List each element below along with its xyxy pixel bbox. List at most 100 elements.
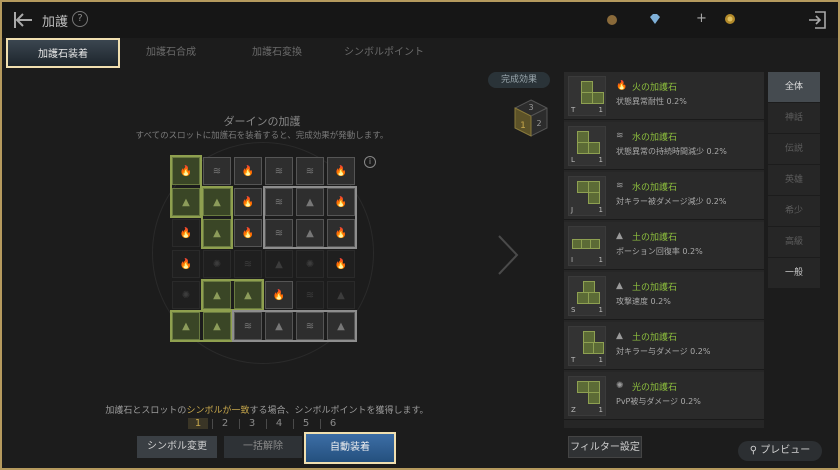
slot-fire-icon[interactable]: 🔥 <box>172 219 200 247</box>
slot-fire-icon[interactable]: 🔥 <box>234 157 262 185</box>
stone-shape-letter: T <box>571 106 576 114</box>
stone-effect: PvP被与ダメージ 0.2% <box>616 397 701 406</box>
piece-outline <box>263 186 357 249</box>
filter-mythic[interactable]: 神話 <box>768 103 820 134</box>
info-icon[interactable]: i <box>364 156 376 168</box>
tab-synthesize-stone[interactable]: 加護石合成 <box>128 38 214 68</box>
help-icon[interactable]: ? <box>72 11 88 27</box>
piece-outline <box>170 155 202 218</box>
gold-coin-icon <box>725 14 735 24</box>
slot-light-icon[interactable]: ✺ <box>172 281 200 309</box>
grade-filter-column: 全体 神話 伝説 英雄 希少 高級 一般 <box>768 72 820 289</box>
slot-grid: 🔥 ≋ 🔥 ≋ ≋ 🔥 ▲ ▲ 🔥 ≋ ▲ 🔥 🔥 ▲ 🔥 ≋ ▲ 🔥 🔥 ✺ … <box>170 155 357 342</box>
plus-icon[interactable]: + <box>696 11 707 26</box>
stone-thumbnail: L 1 <box>568 126 606 166</box>
filter-all[interactable]: 全体 <box>768 72 820 103</box>
filter-settings-button[interactable]: フィルター設定 <box>568 436 642 458</box>
slot-earth-icon[interactable]: ▲ <box>327 281 355 309</box>
exit-icon[interactable] <box>806 8 830 32</box>
list-item[interactable]: J 1 ≋ 水の加護石 対キラー被ダメージ減少 0.2% <box>564 172 764 220</box>
auto-equip-button[interactable]: 自動装着 <box>304 432 396 464</box>
step-divider <box>212 419 213 429</box>
tab-equip-stone[interactable]: 加護石装着 <box>6 38 120 68</box>
stone-name: 水の加護石 <box>632 133 678 143</box>
slot-wave-icon[interactable]: ≋ <box>296 281 324 309</box>
dice-cube-icon[interactable]: 3 1 2 <box>511 98 551 138</box>
symbol-match-note: 加護石とスロットのシンボルが一致する場合、シンボルポイントを獲得します。 <box>102 403 432 416</box>
slot-fire-icon[interactable]: 🔥 <box>327 250 355 278</box>
water-icon: ≋ <box>616 131 624 141</box>
filter-legendary[interactable]: 伝説 <box>768 134 820 165</box>
list-item[interactable]: Z 1 ✺ 光の加護石 PvP被与ダメージ 0.2% <box>564 372 764 420</box>
stone-list[interactable]: T 1 🔥 火の加護石 状態異常耐性 0.2% L 1 ≋ 水の加護石 状態異常… <box>564 72 764 428</box>
piece-outline <box>170 310 233 342</box>
filter-heroic[interactable]: 英雄 <box>768 165 820 196</box>
back-arrow-icon[interactable] <box>12 8 36 32</box>
stone-effect: 状態異常耐性 0.2% <box>616 97 687 106</box>
piece-outline <box>232 310 357 342</box>
stone-shape-letter: S <box>571 306 576 314</box>
stone-thumbnail: I 1 <box>568 226 606 266</box>
stone-name: 土の加護石 <box>632 283 678 293</box>
light-icon: ✺ <box>616 381 624 391</box>
slot-wave-icon[interactable]: ≋ <box>234 250 262 278</box>
stone-effect: 攻撃速度 0.2% <box>616 297 671 306</box>
stone-count: 1 <box>598 356 603 364</box>
preview-label: プレビュー <box>760 445 811 456</box>
slot-wave-icon[interactable]: ≋ <box>265 157 293 185</box>
symbol-change-button[interactable]: シンボル変更 <box>137 436 217 458</box>
filter-advanced[interactable]: 高級 <box>768 227 820 258</box>
stone-effect: 状態異常の持続時間減少 0.2% <box>616 147 727 156</box>
slot-fire-icon[interactable]: 🔥 <box>172 250 200 278</box>
list-item[interactable]: L 1 ≋ 水の加護石 状態異常の持続時間減少 0.2% <box>564 122 764 170</box>
step-divider <box>320 419 321 429</box>
step-3: 3 <box>248 418 256 429</box>
stone-count: 1 <box>598 406 603 414</box>
top-bar: 加護 ? + <box>2 2 838 38</box>
preview-button[interactable]: ⚲ プレビュー <box>738 441 822 461</box>
tab-bar: 加護石装着 加護石合成 加護石変換 シンボルポイント <box>2 38 562 70</box>
stone-effect: ポーション回復率 0.2% <box>616 247 703 256</box>
stone-shape-letter: J <box>571 206 574 214</box>
earth-icon: ▲ <box>616 331 623 341</box>
water-icon: ≋ <box>616 181 624 191</box>
slot-fire-icon[interactable]: 🔥 <box>265 281 293 309</box>
tab-symbol-points[interactable]: シンボルポイント <box>332 38 436 68</box>
slot-light-icon[interactable]: ✺ <box>296 250 324 278</box>
completion-effect-button[interactable]: 完成効果 <box>488 72 550 88</box>
slot-earth-icon[interactable]: ▲ <box>265 250 293 278</box>
tab-convert-stone[interactable]: 加護石変換 <box>234 38 320 68</box>
stone-shape-letter: Z <box>571 406 576 414</box>
stone-name: 土の加護石 <box>632 333 678 343</box>
step-1: 1 <box>188 418 208 429</box>
chevron-right-icon[interactable] <box>495 234 521 276</box>
stone-thumbnail: J 1 <box>568 176 606 216</box>
stone-name: 水の加護石 <box>632 183 678 193</box>
list-item[interactable]: S 1 ▲ 土の加護石 攻撃速度 0.2% <box>564 272 764 320</box>
step-divider <box>293 419 294 429</box>
piece-outline <box>201 186 233 249</box>
stone-shape-letter: I <box>571 256 574 264</box>
stone-shape-letter: T <box>571 356 576 364</box>
page-title: 加護 <box>42 15 69 30</box>
slot-light-icon[interactable]: ✺ <box>203 250 231 278</box>
filter-rare[interactable]: 希少 <box>768 196 820 227</box>
app-frame: 加護 ? + 加護石装着 加護石合成 加護石変換 シンボルポイント 完成効果 3… <box>2 2 838 468</box>
release-all-button[interactable]: 一括解除 <box>224 436 302 458</box>
stone-count: 1 <box>598 306 603 314</box>
slot-wave-icon[interactable]: ≋ <box>203 157 231 185</box>
list-item[interactable]: T 1 🔥 火の加護石 状態異常耐性 0.2% <box>564 72 764 120</box>
stone-thumbnail: Z 1 <box>568 376 606 416</box>
slot-fire-icon[interactable]: 🔥 <box>234 188 262 216</box>
cube-top-number: 3 <box>528 103 533 112</box>
fire-icon: 🔥 <box>616 81 628 91</box>
filter-common[interactable]: 一般 <box>768 258 820 289</box>
list-item[interactable]: I 1 ▲ 土の加護石 ポーション回復率 0.2% <box>564 222 764 270</box>
slot-wave-icon[interactable]: ≋ <box>296 157 324 185</box>
stone-count: 1 <box>598 256 603 264</box>
stone-name: 火の加護石 <box>632 83 678 93</box>
board-title: ダーインの加護 <box>223 115 301 128</box>
list-item[interactable]: T 1 ▲ 土の加護石 対キラー与ダメージ 0.2% <box>564 322 764 370</box>
slot-fire-icon[interactable]: 🔥 <box>327 157 355 185</box>
slot-fire-icon[interactable]: 🔥 <box>234 219 262 247</box>
